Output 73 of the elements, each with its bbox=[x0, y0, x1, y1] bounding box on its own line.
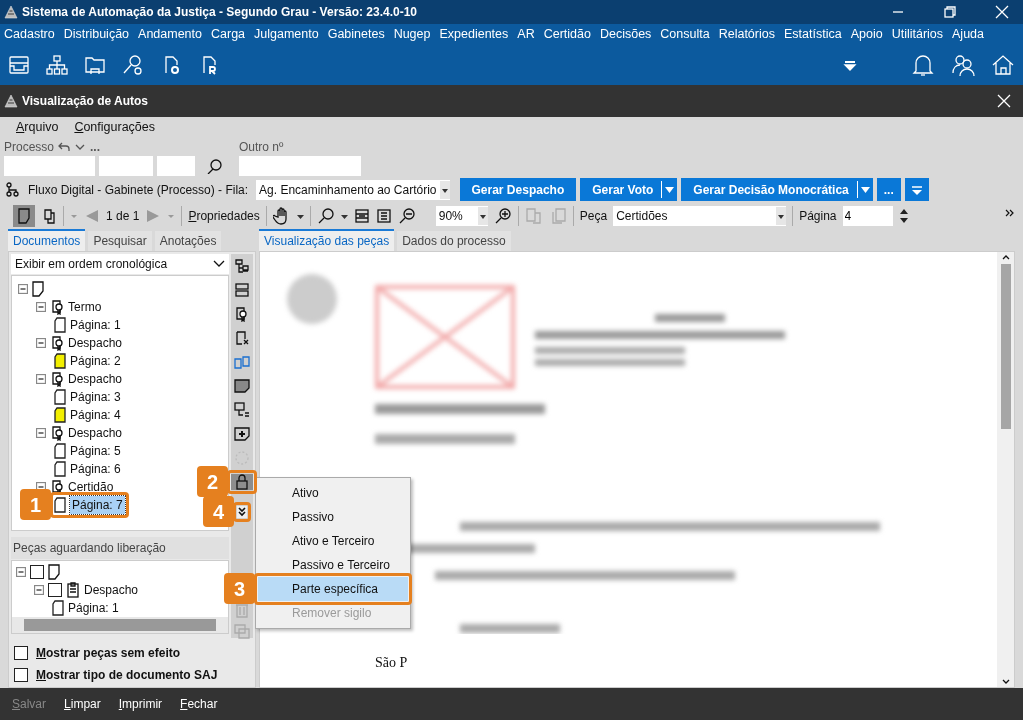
menu-item[interactable]: Distribuição bbox=[59, 24, 135, 44]
field-label: Página bbox=[799, 208, 837, 225]
menu-item[interactable]: Estatística bbox=[779, 24, 847, 44]
action-button[interactable]: ... bbox=[876, 178, 901, 201]
document-text: São P bbox=[375, 654, 409, 672]
tab[interactable]: Dados do processo bbox=[397, 231, 511, 251]
checkbox-label[interactable]: Mostrar tipo de documento SAJ bbox=[36, 666, 218, 684]
menu-item[interactable]: Julgamento bbox=[250, 24, 324, 44]
callout-badge: 2 bbox=[197, 466, 228, 497]
queue-select[interactable]: Ag. Encaminhamento ao Cartório bbox=[256, 179, 450, 200]
footer-button[interactable]: Fechar bbox=[180, 695, 218, 713]
menu-item[interactable]: Ajuda bbox=[948, 24, 989, 44]
document-label[interactable]: Despacho bbox=[68, 334, 123, 352]
menu-item[interactable]: AR bbox=[513, 24, 540, 44]
menu-item[interactable]: Passivo bbox=[258, 505, 408, 529]
page-item[interactable]: Página: 5 bbox=[70, 442, 121, 460]
page-counter: 1 de 1 bbox=[106, 208, 140, 225]
menu-item[interactable]: Gabinetes bbox=[323, 24, 390, 44]
footer-button[interactable]: Limpar bbox=[64, 695, 101, 713]
menu-item[interactable]: Carga bbox=[207, 24, 251, 44]
callout-badge: 1 bbox=[20, 489, 51, 520]
menu-item[interactable]: Consulta bbox=[656, 24, 715, 44]
field-label: Processo bbox=[4, 139, 55, 156]
callout-badge: 4 bbox=[203, 496, 234, 527]
footer-button[interactable]: Imprimir bbox=[118, 695, 163, 713]
flow-label: Fluxo Digital - Gabinete (Processo) - Fila: bbox=[28, 181, 249, 199]
menu-item[interactable]: Certidão bbox=[539, 24, 596, 44]
menu-item[interactable]: Passivo e Terceiro bbox=[258, 553, 408, 577]
tab[interactable]: Pesquisar bbox=[88, 231, 152, 251]
split-button[interactable]: Gerar Voto bbox=[580, 178, 678, 201]
menu-item[interactable]: Configurações bbox=[74, 118, 155, 137]
page-item[interactable]: Página: 2 bbox=[70, 352, 121, 370]
document-label[interactable]: Despacho bbox=[68, 424, 123, 442]
menu-item[interactable]: Nugep bbox=[389, 24, 436, 44]
menu-item[interactable]: Ativo bbox=[258, 481, 408, 505]
menu-item[interactable]: Relatórios bbox=[714, 24, 780, 44]
menu-item[interactable]: Decisões bbox=[595, 24, 657, 44]
menu-item[interactable]: Apoio bbox=[846, 24, 888, 44]
document-label[interactable]: Despacho bbox=[68, 370, 123, 388]
document-label[interactable]: Certidão bbox=[68, 478, 114, 496]
menu-item[interactable]: Utilitários bbox=[887, 24, 949, 44]
page-field[interactable]: 4 bbox=[842, 206, 893, 226]
page-item[interactable]: Página: 6 bbox=[70, 460, 121, 478]
checkbox-label[interactable]: Mostrar peças sem efeito bbox=[36, 644, 181, 662]
menu-item[interactable]: Ativo e Terceiro bbox=[258, 529, 408, 553]
page-item[interactable]: Página: 1 bbox=[70, 316, 121, 334]
tab[interactable]: Anotações bbox=[154, 231, 222, 251]
order-select[interactable]: Exibir em ordem cronológica bbox=[11, 254, 229, 274]
section-title: Peças aguardando liberação bbox=[11, 537, 229, 559]
zoom-select[interactable]: 90% bbox=[435, 206, 488, 226]
tab[interactable]: Documentos bbox=[8, 229, 86, 251]
menu-item[interactable]: Cadastro bbox=[0, 24, 60, 44]
page-item[interactable]: Página: 4 bbox=[70, 406, 121, 424]
document-label[interactable]: Termo bbox=[68, 298, 102, 316]
menu-item[interactable]: Parte específica bbox=[258, 577, 408, 601]
page-item[interactable]: Página: 3 bbox=[70, 388, 121, 406]
action-button[interactable]: Gerar Despacho bbox=[459, 178, 577, 201]
properties-button[interactable]: Propriedades bbox=[188, 207, 260, 225]
callout-badge: 3 bbox=[224, 573, 255, 604]
window-title: Sistema de Automação da Justiça - Segundo Grau - Versão: 23.4.0-10 bbox=[22, 4, 418, 21]
menu-item[interactable]: Expedientes bbox=[435, 24, 514, 44]
split-button[interactable]: Gerar Decisão Monocrática bbox=[681, 178, 873, 201]
piece-select[interactable]: Certidões bbox=[613, 206, 787, 226]
tab[interactable]: Visualização das peças bbox=[259, 229, 395, 251]
field-label: Peça bbox=[579, 208, 608, 225]
field-label: Outro nº bbox=[239, 139, 285, 156]
menu-item[interactable]: Andamento bbox=[134, 24, 207, 44]
page-item[interactable]: Página: 1 bbox=[68, 599, 119, 617]
page-item[interactable]: Página: 7 bbox=[70, 496, 125, 514]
window-title: Visualização de Autos bbox=[22, 93, 149, 110]
menu-item[interactable]: Arquivo bbox=[16, 118, 59, 137]
document-label[interactable]: Despacho bbox=[84, 581, 139, 599]
more-button[interactable]: ... bbox=[90, 138, 101, 156]
